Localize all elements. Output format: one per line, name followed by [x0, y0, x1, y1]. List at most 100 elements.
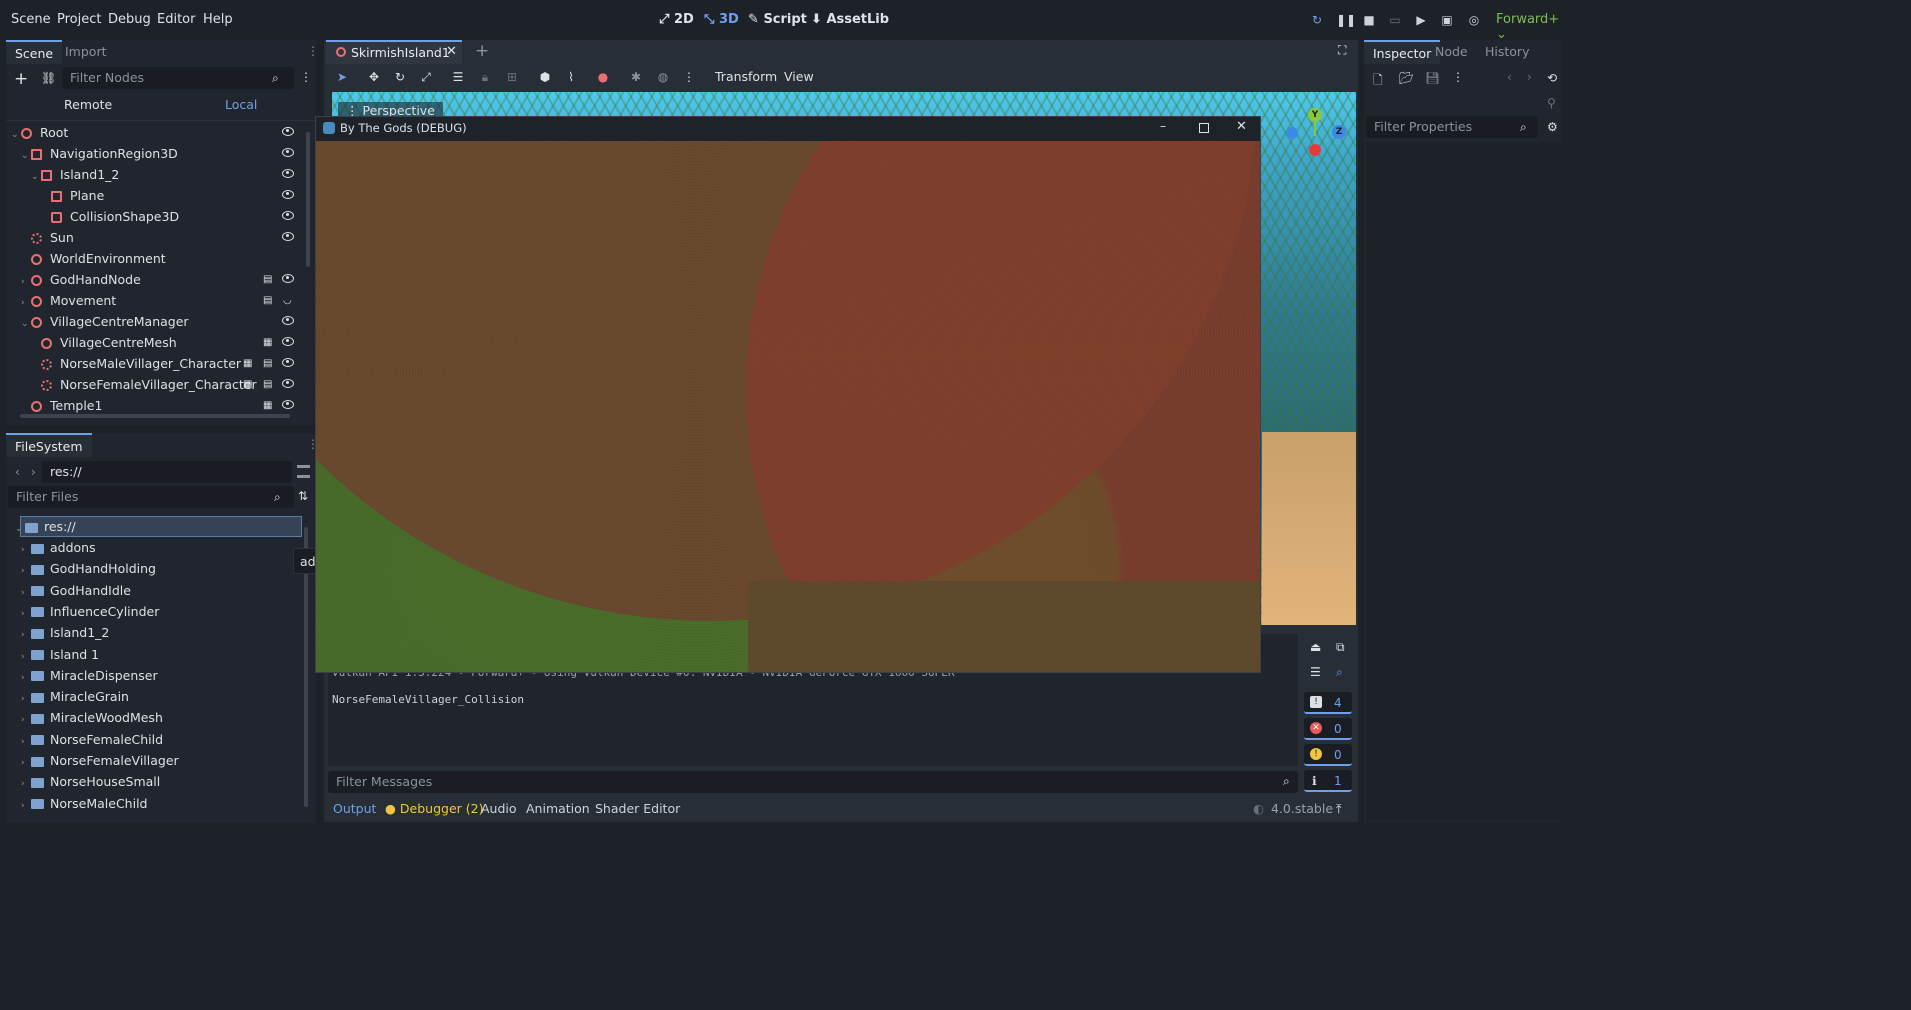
filter-files-input[interactable]: Filter Files [8, 486, 294, 508]
tab-import[interactable]: Import [56, 40, 116, 64]
scene-instance-icon[interactable]: ▦ [263, 400, 274, 411]
scene-instance-icon[interactable]: ▦ [263, 337, 274, 348]
fs-folder[interactable]: › addons [21, 537, 96, 558]
pause-icon[interactable]: ❚❚ [1336, 13, 1356, 27]
fs-folder[interactable]: › MiracleDispenser [21, 665, 158, 686]
sun-preview-icon[interactable]: ✱ [629, 70, 643, 84]
tree-item-island[interactable]: ⌄ Island1_2 [31, 164, 306, 185]
fs-folder[interactable]: › MiracleGrain [21, 686, 129, 707]
scene-instance-icon[interactable]: ▦ [243, 379, 254, 390]
scene-menu-icon[interactable]: ⋮ [300, 70, 312, 84]
mode-2d-button[interactable]: ⤢ 2D [659, 12, 694, 27]
tab-history[interactable]: History [1476, 40, 1538, 64]
new-resource-icon[interactable]: 🗋︎ [1373, 71, 1383, 92]
fs-root[interactable]: ⌄ res:// [15, 516, 76, 537]
fs-folder[interactable]: › NorseHouseSmall [21, 771, 160, 792]
visibility-icon[interactable] [282, 232, 294, 241]
menu-help[interactable]: Help [203, 12, 233, 27]
expand-panel-icon[interactable]: ⤒ [1336, 801, 1342, 817]
scale-tool-icon[interactable]: ⤢ [419, 70, 433, 84]
tab-animation[interactable]: Animation [526, 801, 590, 816]
script-icon[interactable]: ▤ [263, 295, 274, 306]
more-icon[interactable]: ⋮ [1452, 70, 1464, 84]
visibility-icon[interactable] [282, 169, 294, 178]
filter-nodes-input[interactable]: Filter Nodes [62, 67, 294, 89]
tree-item-sun[interactable]: Sun [31, 227, 306, 248]
mode-assetlib-button[interactable]: ⬇ AssetLib [811, 12, 889, 27]
open-icon[interactable]: 📂︎ [1399, 71, 1414, 85]
tab-filesystem[interactable]: FileSystem [6, 433, 92, 457]
dock-menu-icon[interactable]: ⋮ [307, 44, 319, 58]
back-icon[interactable]: ‹ [15, 465, 20, 479]
object-icon[interactable]: ⚲ [1547, 96, 1556, 110]
gizmo-y[interactable]: Y [1308, 108, 1322, 122]
fs-folder[interactable]: › MiracleWoodMesh [21, 707, 163, 728]
fs-folder[interactable]: › NorseFemaleVillager [21, 750, 179, 771]
visibility-icon[interactable] [282, 148, 294, 157]
tree-item-plane[interactable]: Plane [51, 185, 306, 206]
filter-properties-input[interactable]: Filter Properties [1366, 116, 1538, 138]
visibility-icon[interactable] [282, 358, 294, 367]
visibility-icon[interactable] [282, 211, 294, 220]
view-gizmo[interactable]: Y Z [1284, 108, 1346, 158]
move-tool-icon[interactable]: ✥ [367, 70, 381, 84]
collapse-icon[interactable]: ☰ [1310, 665, 1321, 679]
scene-scrollbar[interactable] [306, 132, 310, 267]
history-icon[interactable]: ⟲ [1547, 71, 1557, 85]
stop-icon[interactable]: ■ [1362, 13, 1376, 27]
tree-item-navigation[interactable]: ⌄ NavigationRegion3D [21, 143, 306, 164]
game-viewport[interactable] [316, 141, 1260, 672]
tree-item-temple[interactable]: Temple1 ▦ [31, 395, 306, 416]
close-icon[interactable]: ✕ [446, 44, 457, 59]
gizmo-neg-z[interactable] [1286, 127, 1298, 139]
tab-debugger[interactable]: ● Debugger (2) [385, 801, 483, 816]
select-tool-icon[interactable]: ➤ [335, 70, 349, 84]
gizmo-z[interactable]: Z [1332, 125, 1346, 139]
errors-filter[interactable]: ✕ 0 [1304, 718, 1352, 740]
maximize-icon[interactable] [1199, 123, 1209, 133]
tree-item-villagecentre[interactable]: ⌄ VillageCentreManager [21, 311, 306, 332]
transform-menu[interactable]: Transform [715, 69, 777, 84]
fs-folder[interactable]: › GodHandHolding [21, 558, 156, 579]
search-icon[interactable]: ⌕ [1336, 665, 1343, 680]
script-icon[interactable]: ▤ [263, 358, 274, 369]
tree-item-femalevillager[interactable]: NorseFemaleVillager_Character ▦ ▤ [41, 374, 306, 395]
visibility-icon[interactable] [282, 316, 294, 325]
info-filter[interactable]: ℹ1 [1304, 770, 1352, 792]
split-mode-icon[interactable] [297, 465, 310, 478]
visibility-icon[interactable] [282, 400, 294, 409]
tree-item-environment[interactable]: WorldEnvironment [31, 248, 306, 269]
tree-item-godhand[interactable]: › GodHandNode ▤ [21, 269, 306, 290]
warnings-filter[interactable]: ! 0 [1304, 744, 1352, 766]
menu-project[interactable]: Project [57, 12, 101, 27]
remote-debug-icon[interactable]: ▭ [1388, 13, 1402, 27]
list-select-icon[interactable]: ☰ [451, 70, 465, 84]
tab-node[interactable]: Node [1426, 40, 1477, 64]
fullscreen-icon[interactable]: ⛶ [1338, 43, 1346, 58]
fs-folder[interactable]: › Island1_2 [21, 622, 109, 643]
save-icon[interactable]: 💾︎ [1425, 71, 1440, 85]
tab-audio[interactable]: Audio [481, 801, 517, 816]
tree-item-movement[interactable]: › Movement ▤ ◡ [21, 290, 306, 311]
forward-icon[interactable]: › [1527, 70, 1532, 84]
more-icon[interactable]: ⋮ [682, 70, 696, 84]
add-node-icon[interactable]: + [14, 69, 28, 89]
tree-item-collision[interactable]: CollisionShape3D [51, 206, 306, 227]
tab-shader-editor[interactable]: Shader Editor [595, 801, 680, 816]
mode-script-button[interactable]: ✎ Script [748, 12, 807, 27]
script-icon[interactable]: ▤ [263, 379, 274, 390]
local-space-icon[interactable]: ⬢ [538, 70, 552, 84]
path-field[interactable]: res:// [42, 461, 292, 483]
back-icon[interactable]: ‹ [1507, 70, 1512, 84]
rotate-tool-icon[interactable]: ↻ [393, 70, 407, 84]
environment-preview-icon[interactable]: ◍ [656, 70, 670, 84]
fs-folder[interactable]: › NorseMaleChild [21, 793, 147, 814]
new-tab-icon[interactable]: + [475, 41, 489, 61]
fs-folder[interactable]: › NorseFemaleChild [21, 729, 163, 750]
lock-icon[interactable]: 🔒︎ [478, 70, 492, 84]
tree-item-malevillager[interactable]: NorseMaleVillager_Character ▦ ▤ [41, 353, 306, 374]
menu-editor[interactable]: Editor [157, 12, 195, 27]
clear-output-icon[interactable]: ⏏ [1310, 640, 1321, 654]
forward-icon[interactable]: › [31, 465, 36, 479]
movie-icon[interactable]: ◎ [1467, 13, 1481, 27]
